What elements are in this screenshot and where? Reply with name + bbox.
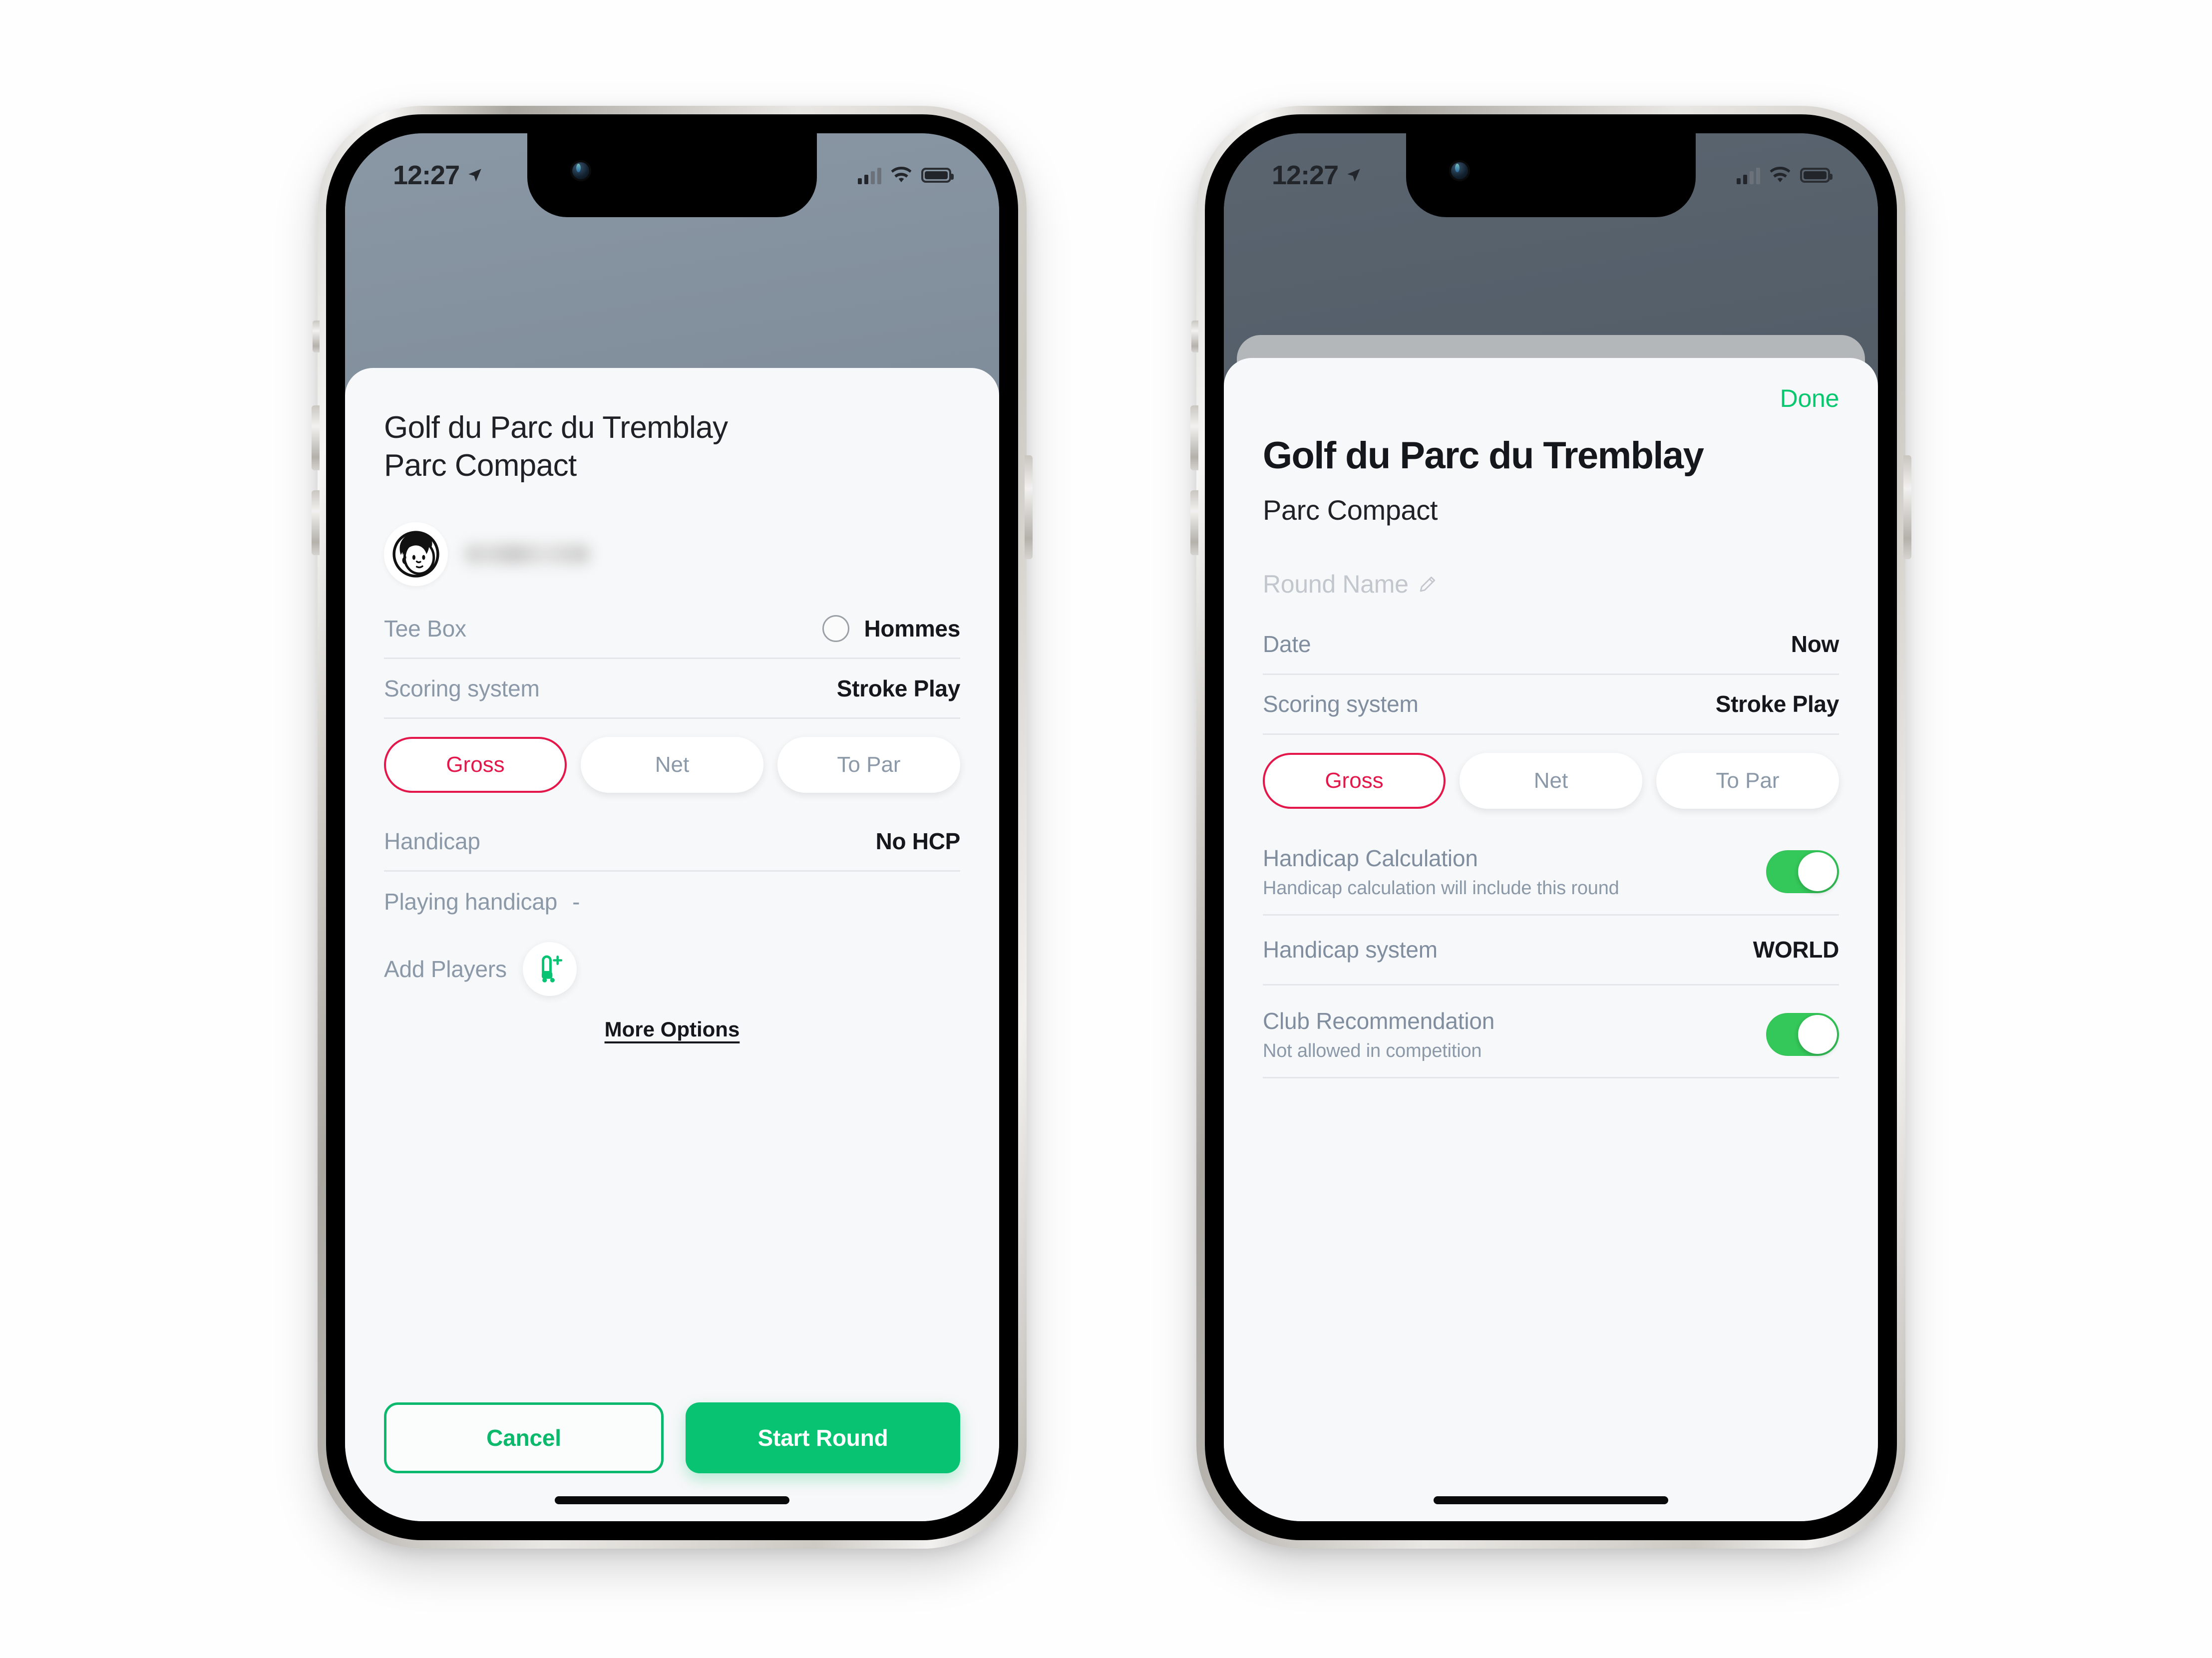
more-options-link[interactable]: More Options [384, 1006, 960, 1041]
row-handicap-system[interactable]: Handicap system WORLD [1263, 916, 1839, 986]
add-player-button[interactable] [522, 942, 577, 996]
page-title: Golf du Parc du Tremblay Parc Compact [384, 410, 728, 483]
player-entry[interactable] [384, 522, 960, 587]
segment-net[interactable]: Net [581, 737, 763, 793]
start-round-sheet: Golf du Parc du Tremblay Parc Compact Te… [345, 368, 999, 1521]
player-avatar-icon [392, 531, 439, 578]
toggle-subtitle: Handicap calculation will include this r… [1263, 877, 1619, 899]
toggle-title: Club Recommendation [1263, 1007, 1495, 1034]
row-value: No HCP [875, 828, 961, 854]
row-value: Hommes [864, 615, 961, 642]
phone-device-left: 12:27 Golf du Parc du Tremblay Parc Comp… [312, 106, 1033, 1549]
power-button[interactable] [1903, 455, 1911, 559]
volume-down-button[interactable] [312, 490, 320, 555]
tee-color-swatch-icon [822, 615, 849, 642]
screen-right: 12:27 Done Golf du Parc du Tremblay Parc… [1224, 133, 1878, 1521]
cancel-button[interactable]: Cancel [384, 1402, 664, 1473]
screen-left: 12:27 Golf du Parc du Tremblay Parc Comp… [345, 133, 999, 1521]
location-arrow-icon [1347, 169, 1360, 182]
pencil-icon [1420, 576, 1435, 592]
row-label: Handicap [384, 828, 480, 854]
row-tee-box[interactable]: Tee Box Hommes [384, 599, 961, 660]
row-scoring-system[interactable]: Scoring system Stroke Play [1263, 675, 1839, 735]
phone-bezel-left: 12:27 Golf du Parc du Tremblay Parc Comp… [326, 114, 1018, 1540]
phone-bezel-right: 12:27 Done Golf du Parc du Tremblay Parc… [1205, 114, 1897, 1540]
front-camera-icon [1449, 160, 1470, 181]
row-label: Playing handicap [384, 889, 558, 915]
home-indicator-left[interactable] [555, 1496, 789, 1504]
row-label: Tee Box [384, 615, 466, 642]
segment-to-par[interactable]: To Par [1656, 752, 1839, 809]
round-name-input[interactable]: Round Name [1263, 553, 1839, 615]
handicap-calculation-toggle[interactable] [1766, 850, 1839, 894]
row-scoring-system[interactable]: Scoring system Stroke Play [384, 659, 960, 719]
row-label: Scoring system [1263, 691, 1419, 717]
segment-net[interactable]: Net [1460, 752, 1642, 809]
segment-gross[interactable]: Gross [384, 737, 567, 793]
avatar [384, 522, 448, 587]
row-club-recommendation[interactable]: Club Recommendation Not allowed in compe… [1263, 986, 1839, 1078]
status-bar-time: 12:27 [1272, 160, 1339, 190]
notch-right [1406, 133, 1696, 217]
score-format-segmented-control: Gross Net To Par [1263, 735, 1839, 828]
segment-to-par[interactable]: To Par [777, 737, 960, 793]
wifi-icon [1770, 167, 1791, 182]
volume-up-button[interactable] [312, 405, 320, 470]
row-value: Now [1791, 631, 1840, 658]
start-round-button[interactable]: Start Round [686, 1402, 960, 1473]
row-value: Stroke Play [1715, 691, 1840, 717]
mute-switch[interactable] [313, 321, 320, 352]
club-recommendation-toggle[interactable] [1766, 1013, 1839, 1056]
power-button[interactable] [1025, 455, 1033, 559]
row-label: Scoring system [384, 675, 540, 701]
row-value: - [572, 889, 580, 915]
row-date[interactable]: Date Now [1263, 615, 1839, 675]
mute-switch[interactable] [1191, 321, 1198, 352]
page-subtitle: Parc Compact [1263, 494, 1438, 526]
front-camera-icon [570, 160, 591, 181]
player-name-redacted [465, 544, 590, 565]
page-title: Golf du Parc du Tremblay [1263, 434, 1704, 477]
toggle-subtitle: Not allowed in competition [1263, 1040, 1482, 1061]
home-indicator-right[interactable] [1434, 1496, 1668, 1504]
battery-icon [921, 168, 954, 183]
segment-gross[interactable]: Gross [1263, 752, 1446, 809]
row-value: Stroke Play [836, 675, 961, 701]
cellular-signal-icon [1737, 166, 1760, 184]
toggle-title: Handicap Calculation [1263, 845, 1478, 871]
round-name-placeholder: Round Name [1263, 570, 1409, 598]
done-button[interactable]: Done [1780, 384, 1840, 413]
volume-down-button[interactable] [1190, 490, 1198, 555]
row-label: Date [1263, 631, 1311, 658]
volume-up-button[interactable] [1190, 405, 1198, 470]
score-format-segmented-control: Gross Net To Par [384, 719, 960, 812]
wifi-icon [891, 167, 912, 182]
row-handicap-calculation[interactable]: Handicap Calculation Handicap calculatio… [1263, 828, 1839, 916]
cellular-signal-icon [858, 166, 881, 184]
location-arrow-icon [468, 169, 481, 182]
add-players-row[interactable]: Add Players [384, 932, 960, 1006]
phone-device-right: 12:27 Done Golf du Parc du Tremblay Parc… [1190, 106, 1911, 1549]
row-value: WORLD [1753, 937, 1840, 963]
row-playing-handicap: Playing handicap - [384, 872, 960, 932]
row-label: Handicap system [1263, 937, 1438, 963]
row-handicap[interactable]: Handicap No HCP [384, 812, 960, 872]
battery-icon [1800, 168, 1833, 183]
add-players-label: Add Players [384, 956, 507, 983]
screenshot-canvas: 12:27 Golf du Parc du Tremblay Parc Comp… [0, 0, 2212, 1658]
add-player-golf-bag-icon [541, 955, 562, 983]
round-options-sheet: Done Golf du Parc du Tremblay Parc Compa… [1224, 358, 1878, 1521]
status-bar-time: 12:27 [393, 160, 460, 190]
notch-left [527, 133, 817, 217]
